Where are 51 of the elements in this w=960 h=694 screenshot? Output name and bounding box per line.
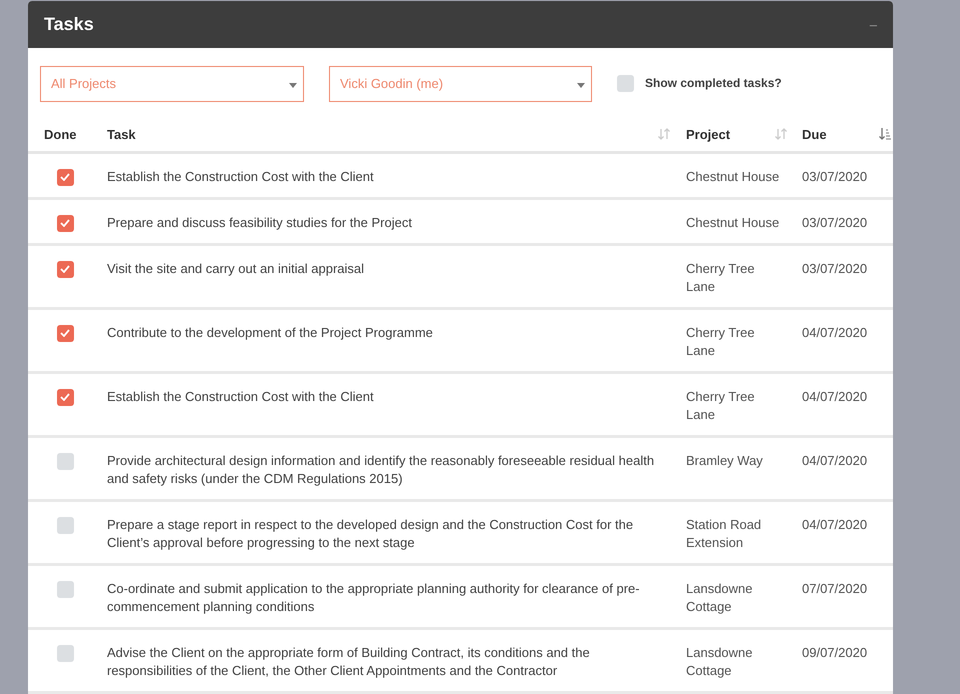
checkbox-label: Show completed tasks?: [645, 76, 782, 90]
check-icon: [60, 173, 70, 181]
checkbox[interactable]: [56, 324, 74, 342]
task-text: Co-ordinate and submit application to the appropriate planning authority for clearance of pre-commencement planning conditions: [106, 580, 641, 616]
check-icon: [60, 265, 70, 273]
due-date: 04/07/2020: [801, 516, 868, 534]
caret-icon: [289, 82, 297, 88]
check-icon: [60, 219, 70, 227]
column-header[interactable]: Project: [686, 126, 730, 142]
checkbox[interactable]: [56, 260, 74, 278]
task-text: Prepare a stage report in respect to the developed design and the Construction Cost for the Client’s approval before progressing to the next stage: [106, 516, 634, 552]
project-text: Bramley Way: [685, 452, 764, 470]
column-header[interactable]: Due: [802, 126, 827, 142]
project-text: Station Road Extension: [685, 516, 762, 552]
project-text: Cherry Tree Lane: [685, 388, 756, 424]
checkbox[interactable]: [56, 516, 74, 534]
due-date: 04/07/2020: [801, 324, 868, 342]
project-text: Lansdowne Cottage: [685, 644, 754, 680]
column-header[interactable]: Done: [44, 126, 76, 142]
checkbox[interactable]: [56, 214, 74, 232]
check-icon: [60, 329, 70, 337]
due-date: 03/07/2020: [801, 214, 868, 232]
due-date: 09/07/2020: [801, 644, 868, 662]
task-text: Provide architectural design information and identify the reasonably foreseeable residual health and safety risks (under the CDM Regulations 2015): [106, 452, 656, 488]
due-date: 03/07/2020: [801, 260, 868, 278]
checkbox[interactable]: [56, 644, 74, 662]
task-text: Contribute to the development of the Project Programme: [106, 324, 434, 342]
panel-title: Tasks: [44, 14, 94, 35]
project-text: Chestnut House: [685, 168, 780, 186]
checkbox[interactable]: [617, 75, 634, 92]
task-text: Visit the site and carry out an initial appraisal: [106, 260, 366, 278]
task-text: Advise the Client on the appropriate form of Building Contract, its conditions and the responsibilities of the Client, the Other Client Appointments and the Contractor: [106, 644, 591, 680]
minimize-button[interactable]: –: [868, 17, 879, 32]
task-text: Establish the Construction Cost with the Client: [106, 168, 375, 186]
due-date: 04/07/2020: [801, 452, 868, 470]
due-date: 03/07/2020: [801, 168, 868, 186]
check-icon: [60, 393, 70, 401]
task-text: Establish the Construction Cost with the Client: [106, 388, 375, 406]
due-date: 07/07/2020: [801, 580, 868, 598]
project-text: Lansdowne Cottage: [685, 580, 754, 616]
checkbox[interactable]: [56, 168, 74, 186]
task-text: Prepare and discuss feasibility studies for the Project: [106, 214, 413, 232]
column-header[interactable]: Task: [107, 126, 136, 142]
project-text: Chestnut House: [685, 214, 780, 232]
checkbox[interactable]: [56, 452, 74, 470]
due-date: 04/07/2020: [801, 388, 868, 406]
checkbox[interactable]: [56, 580, 74, 598]
project-text: Cherry Tree Lane: [685, 260, 756, 296]
checkbox[interactable]: [56, 388, 74, 406]
caret-icon: [577, 82, 585, 88]
project-text: Cherry Tree Lane: [685, 324, 756, 360]
